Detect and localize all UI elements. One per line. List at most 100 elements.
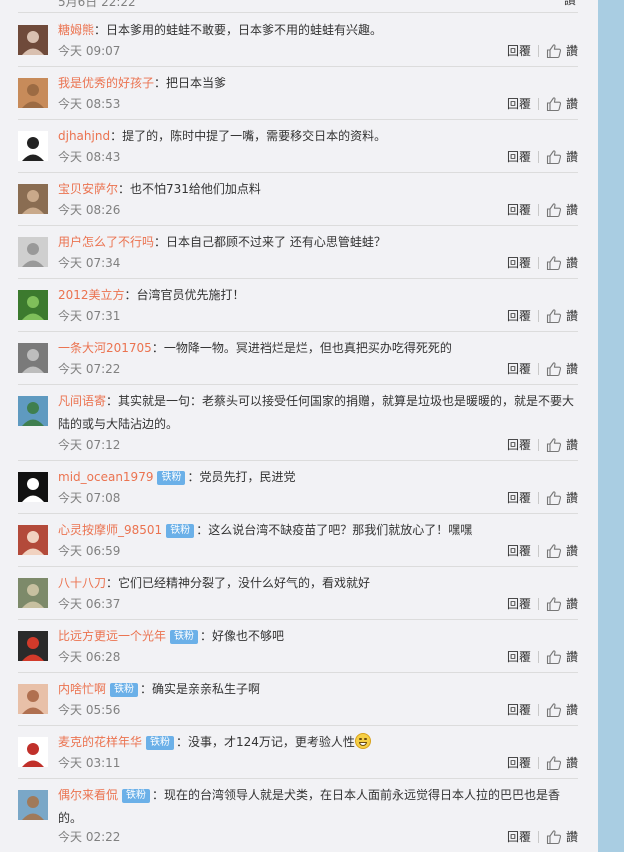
reply-button[interactable]: 回覆 — [507, 308, 531, 324]
commenter-name[interactable]: 糖姆熊 — [58, 23, 94, 37]
like-button[interactable]: 讚 — [566, 149, 578, 165]
avatar[interactable] — [18, 472, 48, 502]
comment-item: 宝贝安萨尔：也不怕731给他们加点料 今天 08:26 回覆 讚 — [18, 172, 578, 226]
reply-button[interactable]: 回覆 — [507, 543, 531, 559]
reply-button[interactable]: 回覆 — [507, 437, 531, 453]
commenter-name[interactable]: djhahjnd — [58, 129, 110, 143]
comment-body: ：台湾官员优先施打！ — [124, 288, 245, 302]
commenter-name[interactable]: 心灵按摩师_98501 — [58, 523, 162, 537]
avatar[interactable] — [18, 578, 48, 608]
like-button[interactable]: 讚 — [566, 596, 578, 612]
thumbs-up-icon[interactable] — [546, 755, 562, 771]
avatar[interactable] — [18, 737, 48, 767]
like-label[interactable]: 讚 — [564, 0, 576, 7]
comment-time: 今天 07:31 — [58, 309, 121, 323]
comment-body: ：提了的，陈时中提了一嘴，需要移交日本的资料。 — [110, 129, 387, 143]
like-button[interactable]: 讚 — [566, 829, 578, 845]
fan-badge[interactable]: 铁粉 — [110, 683, 139, 697]
commenter-name[interactable]: 2012美立方 — [58, 288, 125, 302]
like-button[interactable]: 讚 — [566, 755, 578, 771]
comment-item: 心灵按摩师_98501 铁粉 ：这么说台湾不缺疫苗了吧？那我们就放心了！嘿嘿 今天 … — [18, 513, 578, 567]
comment-actions: 回覆 讚 — [507, 755, 578, 771]
comment-item: djhahjnd：提了的，陈时中提了一嘴，需要移交日本的资料。 今天 08:43… — [18, 119, 578, 173]
thumbs-up-icon[interactable] — [546, 437, 562, 453]
reply-button[interactable]: 回覆 — [507, 755, 531, 771]
like-button[interactable]: 讚 — [566, 649, 578, 665]
commenter-name[interactable]: 我是优秀的好孩子 — [58, 76, 154, 90]
commenter-name[interactable]: 一条大河201705 — [58, 341, 152, 355]
thumbs-up-icon[interactable] — [546, 255, 562, 271]
reply-button[interactable]: 回覆 — [507, 96, 531, 112]
reply-button[interactable]: 回覆 — [507, 702, 531, 718]
grin-emoji-icon — [354, 733, 371, 749]
thumbs-up-icon[interactable] — [546, 490, 562, 506]
reply-button[interactable]: 回覆 — [507, 829, 531, 845]
like-button[interactable]: 讚 — [566, 490, 578, 506]
thumbs-up-icon[interactable] — [546, 361, 562, 377]
fan-badge[interactable]: 铁粉 — [146, 736, 175, 750]
divider — [537, 310, 539, 322]
thumbs-up-icon[interactable] — [546, 596, 562, 612]
like-button[interactable]: 讚 — [566, 437, 578, 453]
like-button[interactable]: 讚 — [566, 308, 578, 324]
comment-text: djhahjnd：提了的，陈时中提了一嘴，需要移交日本的资料。 — [58, 125, 578, 148]
commenter-name[interactable]: 麦克的花样年华 — [58, 735, 142, 749]
thumbs-up-icon[interactable] — [546, 96, 562, 112]
thumbs-up-icon[interactable] — [546, 543, 562, 559]
commenter-name[interactable]: 偶尔来看侃 — [58, 788, 118, 802]
comment-item: 用户怎么了不行吗：日本自己都顾不过来了 还有心思管蛙蛙？ 今天 07:34 回覆… — [18, 225, 578, 279]
comment-time: 今天 09:07 — [58, 44, 121, 58]
comment-item: 八十八刀：它们已经精神分裂了，没什么好气的，看戏就好 今天 06:37 回覆 讚 — [18, 566, 578, 620]
thumbs-up-icon[interactable] — [546, 149, 562, 165]
thumbs-up-icon[interactable] — [546, 202, 562, 218]
like-button[interactable]: 讚 — [566, 202, 578, 218]
like-button[interactable]: 讚 — [566, 96, 578, 112]
fan-badge[interactable]: 铁粉 — [170, 630, 199, 644]
avatar[interactable] — [18, 631, 48, 661]
divider — [537, 439, 539, 451]
reply-button[interactable]: 回覆 — [507, 202, 531, 218]
thumbs-up-icon[interactable] — [546, 308, 562, 324]
avatar[interactable] — [18, 237, 48, 267]
commenter-name[interactable]: 宝贝安萨尔 — [58, 182, 118, 196]
avatar[interactable] — [18, 184, 48, 214]
avatar[interactable] — [18, 78, 48, 108]
avatar[interactable] — [18, 290, 48, 320]
like-button[interactable]: 讚 — [566, 543, 578, 559]
reply-button[interactable]: 回覆 — [507, 361, 531, 377]
thumbs-up-icon[interactable] — [546, 649, 562, 665]
reply-button[interactable]: 回覆 — [507, 596, 531, 612]
comment-body: ：这么说台湾不缺疫苗了吧？那我们就放心了！嘿嘿 — [196, 523, 473, 537]
avatar[interactable] — [18, 343, 48, 373]
commenter-name[interactable]: 比远方更远一个光年 — [58, 629, 166, 643]
reply-button[interactable]: 回覆 — [507, 149, 531, 165]
reply-button[interactable]: 回覆 — [507, 43, 531, 59]
like-button[interactable]: 讚 — [566, 255, 578, 271]
partial-comment: 5月6日 22:22 讚 — [58, 0, 578, 9]
avatar[interactable] — [18, 525, 48, 555]
fan-badge[interactable]: 铁粉 — [157, 471, 186, 485]
avatar[interactable] — [18, 684, 48, 714]
fan-badge[interactable]: 铁粉 — [166, 524, 195, 538]
reply-button[interactable]: 回覆 — [507, 490, 531, 506]
commenter-name[interactable]: mid_ocean1979 — [58, 470, 153, 484]
comment-actions: 回覆 讚 — [507, 437, 578, 453]
avatar[interactable] — [18, 131, 48, 161]
avatar[interactable] — [18, 790, 48, 820]
commenter-name[interactable]: 用户怎么了不行吗 — [58, 235, 154, 249]
fan-badge[interactable]: 铁粉 — [122, 789, 151, 803]
divider — [537, 651, 539, 663]
reply-button[interactable]: 回覆 — [507, 255, 531, 271]
like-button[interactable]: 讚 — [566, 361, 578, 377]
like-button[interactable]: 讚 — [566, 43, 578, 59]
reply-button[interactable]: 回覆 — [507, 649, 531, 665]
commenter-name[interactable]: 内啥忙啊 — [58, 682, 106, 696]
thumbs-up-icon[interactable] — [546, 702, 562, 718]
commenter-name[interactable]: 八十八刀 — [58, 576, 106, 590]
thumbs-up-icon[interactable] — [546, 43, 562, 59]
avatar[interactable] — [18, 396, 48, 426]
thumbs-up-icon[interactable] — [546, 829, 562, 845]
like-button[interactable]: 讚 — [566, 702, 578, 718]
commenter-name[interactable]: 凡间语寄 — [58, 394, 106, 408]
avatar[interactable] — [18, 25, 48, 55]
